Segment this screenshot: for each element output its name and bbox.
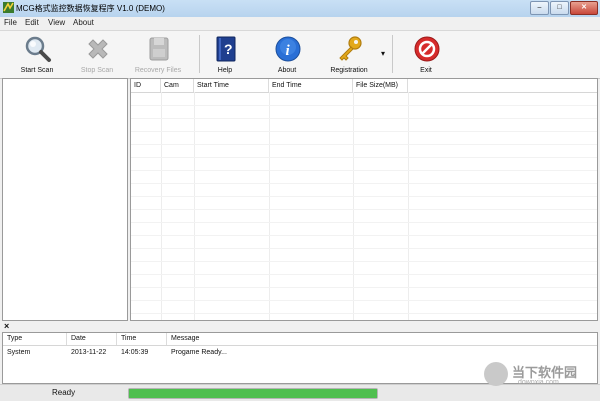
grid-line	[131, 196, 597, 197]
log-column-message[interactable]: Message	[167, 333, 597, 345]
stop-scan-button[interactable]: Stop Scan	[67, 33, 127, 76]
title-bar: MCG格式监控数据恢复程序 V1.0 (DEMO) – □ ✕	[0, 0, 600, 18]
status-text: Ready	[52, 388, 76, 397]
svg-text:?: ?	[224, 41, 233, 57]
stop-scan-label: Stop Scan	[80, 67, 114, 74]
minimize-button[interactable]: –	[530, 1, 549, 15]
log-column-time[interactable]: Time	[117, 333, 167, 345]
grid-line	[269, 92, 270, 320]
grid-line	[131, 183, 597, 184]
menu-edit[interactable]: Edit	[25, 18, 39, 27]
registration-label: Registration	[330, 67, 368, 74]
watermark-logo: 当下软件园 downxia.com	[482, 360, 594, 398]
about-label: About	[277, 67, 297, 74]
menu-file[interactable]: File	[4, 18, 17, 27]
recovery-files-button[interactable]: Recovery Files	[128, 33, 188, 76]
grid-line	[131, 209, 597, 210]
grid-line	[131, 274, 597, 275]
info-icon: i	[275, 36, 301, 62]
grid-line	[131, 248, 597, 249]
registration-button[interactable]: Registration	[319, 33, 379, 76]
grid-line	[131, 157, 597, 158]
app-icon	[3, 2, 14, 13]
key-icon	[339, 36, 362, 61]
log-time: 14:05:39	[121, 349, 149, 356]
grid-line	[131, 170, 597, 171]
file-list-view[interactable]: ID Cam Start Time End Time File Size(MB)	[130, 78, 598, 321]
grid-line	[408, 92, 409, 320]
column-end-time[interactable]: End Time	[269, 79, 353, 92]
window-title: MCG格式监控数据恢复程序 V1.0 (DEMO)	[16, 4, 165, 13]
grid-line	[131, 105, 597, 106]
grid-line	[353, 92, 354, 320]
start-scan-label: Start Scan	[20, 67, 54, 74]
stop-icon	[88, 39, 108, 59]
log-header: Type Date Time Message	[3, 333, 597, 346]
file-list-header: ID Cam Start Time End Time File Size(MB)	[131, 79, 597, 93]
search-icon	[25, 36, 51, 62]
about-button[interactable]: i About	[257, 33, 317, 76]
menu-bar: File Edit View About	[0, 17, 600, 29]
grid-line	[194, 92, 195, 320]
grid-line	[131, 144, 597, 145]
recovery-icon	[149, 37, 169, 61]
exit-icon	[414, 36, 440, 62]
download-arrow-icon	[484, 362, 508, 386]
help-label: Help	[217, 67, 233, 74]
start-scan-button[interactable]: Start Scan	[7, 33, 67, 76]
watermark-subtext: downxia.com	[518, 379, 559, 386]
log-date: 2013-11-22	[71, 349, 107, 356]
grid-line	[131, 222, 597, 223]
grid-line	[131, 261, 597, 262]
grid-line	[131, 235, 597, 236]
progress-fill	[129, 389, 377, 398]
maximize-button[interactable]: □	[550, 1, 569, 15]
grid-line	[131, 300, 597, 301]
grid-line	[161, 92, 162, 320]
progress-bar	[128, 388, 378, 399]
menu-view[interactable]: View	[48, 18, 65, 27]
column-start-time[interactable]: Start Time	[194, 79, 269, 92]
log-column-type[interactable]: Type	[3, 333, 67, 345]
grid-line	[131, 131, 597, 132]
log-row[interactable]: System 2013-11-22 14:05:39 Progame Ready…	[3, 347, 597, 359]
registration-dropdown-arrow[interactable]: ▾	[381, 49, 385, 58]
log-column-date[interactable]: Date	[67, 333, 117, 345]
grid-line	[131, 313, 597, 314]
log-type: System	[7, 349, 31, 356]
toolbar: Start Scan Stop Scan Recovery Files ? He…	[0, 30, 600, 79]
grid-line	[131, 118, 597, 119]
help-button[interactable]: ? Help	[195, 33, 255, 76]
log-message: Progame Ready...	[171, 349, 227, 356]
close-button[interactable]: ✕	[570, 1, 598, 15]
toolbar-separator-2	[392, 35, 393, 73]
log-close-button[interactable]: ×	[4, 321, 9, 331]
exit-label: Exit	[420, 67, 432, 74]
log-toolbar: ×	[0, 321, 600, 331]
grid-line	[131, 287, 597, 288]
column-cam[interactable]: Cam	[161, 79, 194, 92]
recovery-files-label: Recovery Files	[134, 67, 182, 74]
exit-button[interactable]: Exit	[396, 33, 456, 76]
help-book-icon: ?	[216, 36, 236, 62]
column-file-size[interactable]: File Size(MB)	[353, 79, 408, 92]
column-id[interactable]: ID	[131, 79, 161, 92]
menu-about[interactable]: About	[73, 18, 94, 27]
folder-tree-panel[interactable]	[2, 78, 128, 321]
